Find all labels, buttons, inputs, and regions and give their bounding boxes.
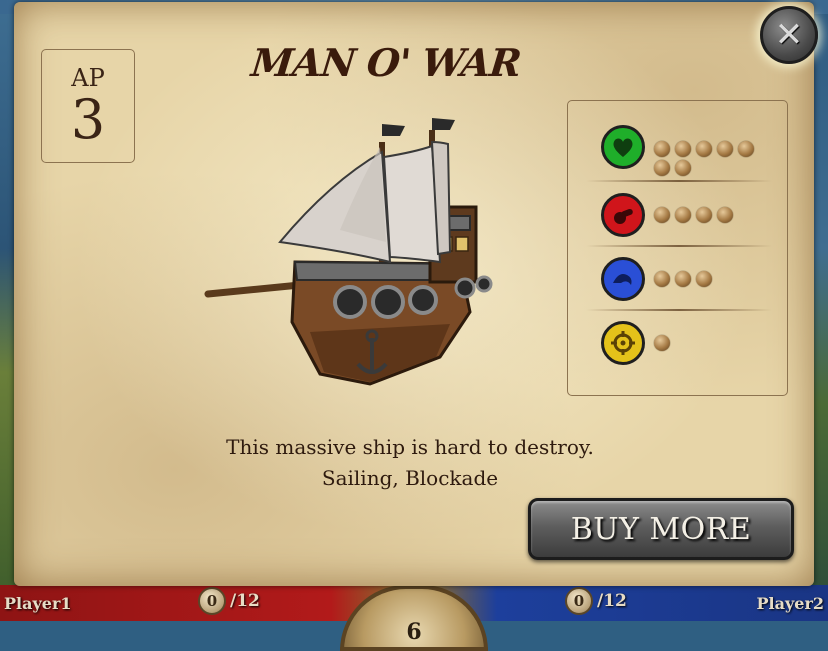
range-pips xyxy=(654,335,764,351)
stat-divider xyxy=(586,180,772,182)
unit-description: This massive ship is hard to destroy. Sa… xyxy=(120,432,700,494)
stat-row-attack xyxy=(568,183,787,253)
attack-pip xyxy=(675,207,691,223)
buy-more-label: BUY MORE xyxy=(570,511,752,547)
attack-pip xyxy=(696,207,712,223)
player2-score-value: 0 xyxy=(565,587,593,615)
cannon-icon xyxy=(601,193,645,237)
attack-pip xyxy=(654,207,670,223)
ship-illustration xyxy=(204,118,493,386)
player1-score-value: 0 xyxy=(198,587,226,615)
buy-more-button[interactable]: BUY MORE xyxy=(528,498,794,560)
player-hud: Player1 0 /12 6 0 /12 Player2 xyxy=(0,585,828,651)
attack-pip xyxy=(717,207,733,223)
attack-pips xyxy=(654,207,764,223)
unit-stats-panel xyxy=(567,100,788,396)
crosshair-icon xyxy=(601,321,645,365)
player1-name: Player1 xyxy=(4,594,72,613)
player2-name: Player2 xyxy=(756,594,824,613)
close-button[interactable]: ✕ xyxy=(760,6,818,64)
player1-score-max: /12 xyxy=(230,591,260,611)
description-line-2: Sailing, Blockade xyxy=(321,466,499,490)
stat-divider xyxy=(586,309,772,311)
health-pip xyxy=(717,141,733,157)
player1-score: 0 /12 xyxy=(198,587,260,615)
unit-title: MAN O' WAR xyxy=(249,40,523,85)
turn-dial: 6 xyxy=(340,585,488,651)
health-pip xyxy=(738,141,754,157)
stat-divider xyxy=(586,245,772,247)
movement-pip xyxy=(675,271,691,287)
health-pip xyxy=(696,141,712,157)
ap-value: 3 xyxy=(70,88,106,151)
range-pip xyxy=(654,335,670,351)
player2-score: 0 /12 xyxy=(565,587,627,615)
health-pip xyxy=(675,141,691,157)
health-pip xyxy=(654,160,670,176)
movement-pip xyxy=(696,271,712,287)
turn-counter: 6 xyxy=(406,619,422,645)
health-pips xyxy=(654,141,764,176)
wave-icon xyxy=(601,257,645,301)
description-line-1: This massive ship is hard to destroy. xyxy=(226,435,594,459)
movement-pip xyxy=(654,271,670,287)
player2-score-max: /12 xyxy=(597,591,627,611)
movement-pips xyxy=(654,271,764,287)
health-pip xyxy=(675,160,691,176)
stat-row-health xyxy=(568,111,787,181)
heart-icon xyxy=(601,125,645,169)
close-x-icon: ✕ xyxy=(774,15,804,55)
health-pip xyxy=(654,141,670,157)
ap-cost-box: AP 3 xyxy=(41,49,135,163)
stat-row-range xyxy=(568,319,787,389)
